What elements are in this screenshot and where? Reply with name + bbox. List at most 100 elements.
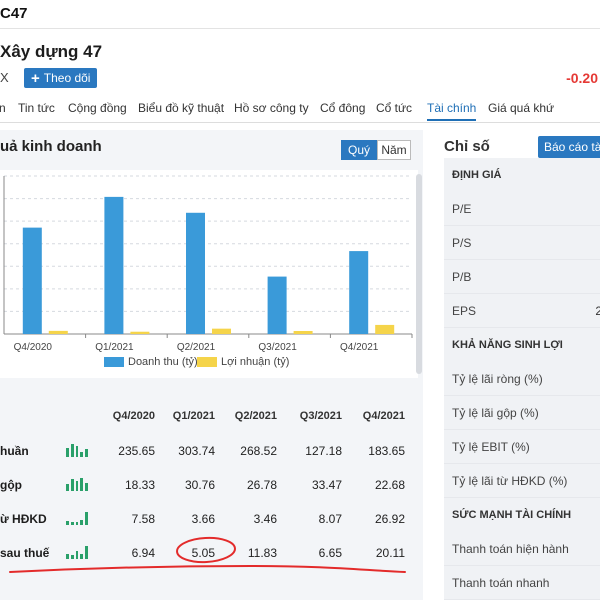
indicator-ebit-margin: Tỷ lệ EBIT (%) (444, 430, 600, 464)
section-heading: SỨC MẠNH TÀI CHÍNH (444, 498, 600, 532)
legend-profit-label: Lợi nhuận (tỷ) (221, 356, 290, 368)
indicator-eps: EPS 2 (444, 294, 600, 328)
table-cell: 30.76 (184, 478, 215, 492)
exchange-label: X (0, 70, 9, 85)
indicator-eps-label: EPS (452, 304, 477, 318)
x-tick-label: Q2/2021 (177, 342, 216, 353)
company-name: Xây dựng 47 (0, 42, 103, 61)
x-tick-label: Q3/2021 (258, 342, 297, 353)
legend-revenue-label: Doanh thu (tỷ) (128, 356, 198, 368)
table-cell: 235.65 (118, 444, 155, 458)
bar-profit (48, 330, 68, 334)
price-change: -0.20 (566, 70, 598, 86)
table-cell: 18.33 (124, 478, 155, 492)
table-row: huần 235.65 303.74 268.52 127.18 183.65 (0, 434, 423, 468)
mini-chart-icon[interactable] (66, 546, 88, 559)
bar-revenue (267, 276, 287, 334)
mini-chart-icon[interactable] (66, 512, 88, 525)
bar-revenue (186, 212, 205, 334)
tab-overview[interactable]: n (0, 101, 6, 115)
top-bar: C47 (0, 0, 600, 29)
row-label: ừ HĐKD (0, 512, 47, 526)
bar-revenue (349, 251, 369, 334)
indicator-pb: P/B (444, 260, 600, 294)
toggle-quarter[interactable]: Quý (341, 140, 377, 160)
tab-price-history[interactable]: Giá quá khứ (488, 101, 554, 115)
column-header: Q1/2021 (172, 410, 215, 422)
chart-area: Q4/2020 Q1/2021 Q2/2021 Q3/2021 Q4/2021 (0, 170, 418, 378)
bar-profit (293, 330, 313, 334)
legend-revenue-swatch (104, 357, 124, 367)
bar-profit (130, 331, 150, 334)
indicator-eps-value: 2 (595, 304, 600, 318)
bar-revenue (104, 196, 124, 334)
tab-company-profile[interactable]: Hồ sơ công ty (234, 101, 309, 115)
indicator-gross-margin: Tỷ lệ lãi gộp (%) (444, 396, 600, 430)
legend-revenue: Doanh thu (tỷ) (104, 356, 198, 368)
section-heading: KHẢ NĂNG SINH LỢI (444, 328, 600, 362)
column-header: Q3/2021 (299, 410, 342, 422)
mini-chart-icon[interactable] (66, 478, 88, 491)
panel-title: uả kinh doanh (0, 138, 102, 155)
x-tick-label: Q4/2020 (14, 342, 53, 353)
mini-chart-icon[interactable] (66, 444, 88, 457)
indicator-ps: P/S (444, 226, 600, 260)
row-label: sau thuế (0, 546, 50, 560)
business-results-panel: uả kinh doanh Quý Năm Q4/2020 Q1/2021 Q2/2… (0, 130, 423, 600)
row-label: gộp (0, 478, 22, 492)
indicator-pe: P/E (444, 192, 600, 226)
table-cell: 3.46 (253, 512, 277, 526)
table-cell: 8.07 (318, 512, 342, 526)
x-tick-label: Q4/2021 (340, 342, 379, 353)
tab-financials[interactable]: Tài chính (427, 101, 477, 121)
column-header: Q4/2020 (112, 410, 155, 422)
table-cell: 22.68 (374, 478, 405, 492)
table-cell: 183.65 (368, 444, 405, 458)
table-cell: 5.05 (191, 546, 215, 560)
financial-report-button[interactable]: Báo cáo tài (538, 136, 600, 158)
row-label: huần (0, 444, 29, 458)
indicator-operating-margin: Tỷ lệ lãi từ HĐKD (%) (444, 464, 600, 498)
table-cell: 6.94 (131, 546, 155, 560)
bar-revenue (22, 227, 42, 334)
tab-technical-chart[interactable]: Biểu đồ kỹ thuật (138, 101, 224, 115)
table-cell: 6.65 (318, 546, 342, 560)
legend-profit: Lợi nhuận (tỷ) (197, 356, 289, 368)
table-cell: 127.18 (305, 444, 342, 458)
table-cell: 303.74 (178, 444, 215, 458)
table-cell: 11.83 (247, 546, 277, 560)
tab-news[interactable]: Tin tức (18, 101, 55, 115)
follow-label: Theo dõi (43, 71, 91, 85)
plus-icon: + (31, 69, 40, 87)
table-cell: 26.92 (374, 512, 405, 526)
table-cell: 3.66 (191, 512, 215, 526)
tab-shareholders[interactable]: Cổ đông (320, 101, 365, 115)
table-row: sau thuế 6.94 5.05 11.83 6.65 20.11 (0, 536, 423, 570)
table-row: ừ HĐKD 7.58 3.66 3.46 8.07 26.92 (0, 502, 423, 536)
tab-bar: n Tin tức Cộng đồng Biểu đồ kỹ thuật Hồ … (0, 100, 600, 123)
table-row: gộp 18.33 30.76 26.78 33.47 22.68 (0, 468, 423, 502)
table-cell: 33.47 (311, 478, 342, 492)
ticker-symbol: C47 (0, 5, 28, 22)
scrollbar[interactable] (416, 174, 422, 374)
indicator-current-ratio: Thanh toán hiện hành (444, 532, 600, 566)
table-cell: 26.78 (246, 478, 277, 492)
column-header: Q4/2021 (362, 410, 405, 422)
table-cell: 20.11 (375, 546, 405, 560)
follow-button[interactable]: + Theo dõi (24, 68, 98, 88)
column-header: Q2/2021 (234, 410, 277, 422)
indicator-net-margin: Tỷ lệ lãi ròng (%) (444, 362, 600, 396)
toggle-year[interactable]: Năm (377, 140, 411, 160)
tab-dividends[interactable]: Cổ tức (376, 101, 412, 115)
indicator-quick-ratio: Thanh toán nhanh (444, 566, 600, 600)
table-cell: 7.58 (131, 512, 155, 526)
indicators-panel: Chỉ số Báo cáo tài ĐỊNH GIÁ P/E P/S P/B … (432, 130, 600, 600)
indicators-title: Chỉ số (444, 138, 490, 155)
tab-community[interactable]: Cộng đồng (68, 101, 127, 115)
bar-profit (375, 324, 395, 334)
revenue-profit-chart: Q4/2020 Q1/2021 Q2/2021 Q3/2021 Q4/2021 (3, 175, 413, 353)
x-tick-label: Q1/2021 (95, 342, 134, 353)
legend-profit-swatch (197, 357, 217, 367)
section-heading: ĐỊNH GIÁ (444, 158, 600, 192)
bar-profit (212, 328, 231, 334)
